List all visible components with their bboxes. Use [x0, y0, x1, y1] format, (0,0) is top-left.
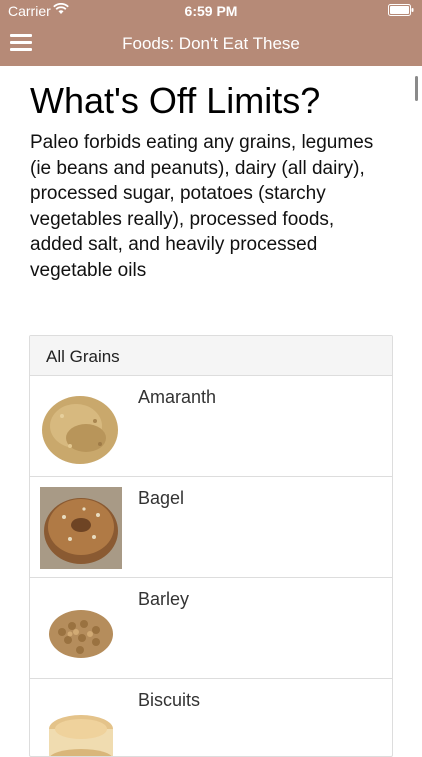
navigation-bar: Foods: Don't Eat These [0, 22, 422, 66]
list-item-biscuits[interactable]: Biscuits [30, 679, 392, 756]
list-item-amaranth[interactable]: Amaranth [30, 376, 392, 477]
nav-title: Foods: Don't Eat These [122, 34, 300, 53]
amaranth-photo [40, 386, 122, 468]
status-time: 6:59 PM [184, 3, 238, 19]
list-item-barley[interactable]: Barley [30, 578, 392, 679]
grains-panel: All Grains Amaranth Bagel Barley Biscuit… [29, 335, 393, 757]
bagel-photo [40, 487, 122, 569]
list-item-label: Bagel [138, 488, 185, 508]
intro-paragraph: Paleo forbids eating any grains, legumes… [30, 132, 374, 281]
battery-icon [388, 4, 414, 16]
list-item-label: Amaranth [138, 387, 217, 407]
status-bar: Carrier 6:59 PM [0, 0, 422, 22]
list-item-bagel[interactable]: Bagel [30, 477, 392, 578]
biscuits-photo [40, 689, 122, 756]
list-item-label: Barley [138, 589, 190, 609]
scroll-indicator[interactable] [415, 76, 418, 101]
barley-photo [40, 588, 122, 670]
panel-heading: All Grains [30, 336, 392, 376]
list-item-label: Biscuits [138, 690, 201, 710]
page-title: What's Off Limits? [30, 80, 321, 121]
top-bar: Carrier 6:59 PM Foods: Don't Eat These [0, 0, 422, 66]
